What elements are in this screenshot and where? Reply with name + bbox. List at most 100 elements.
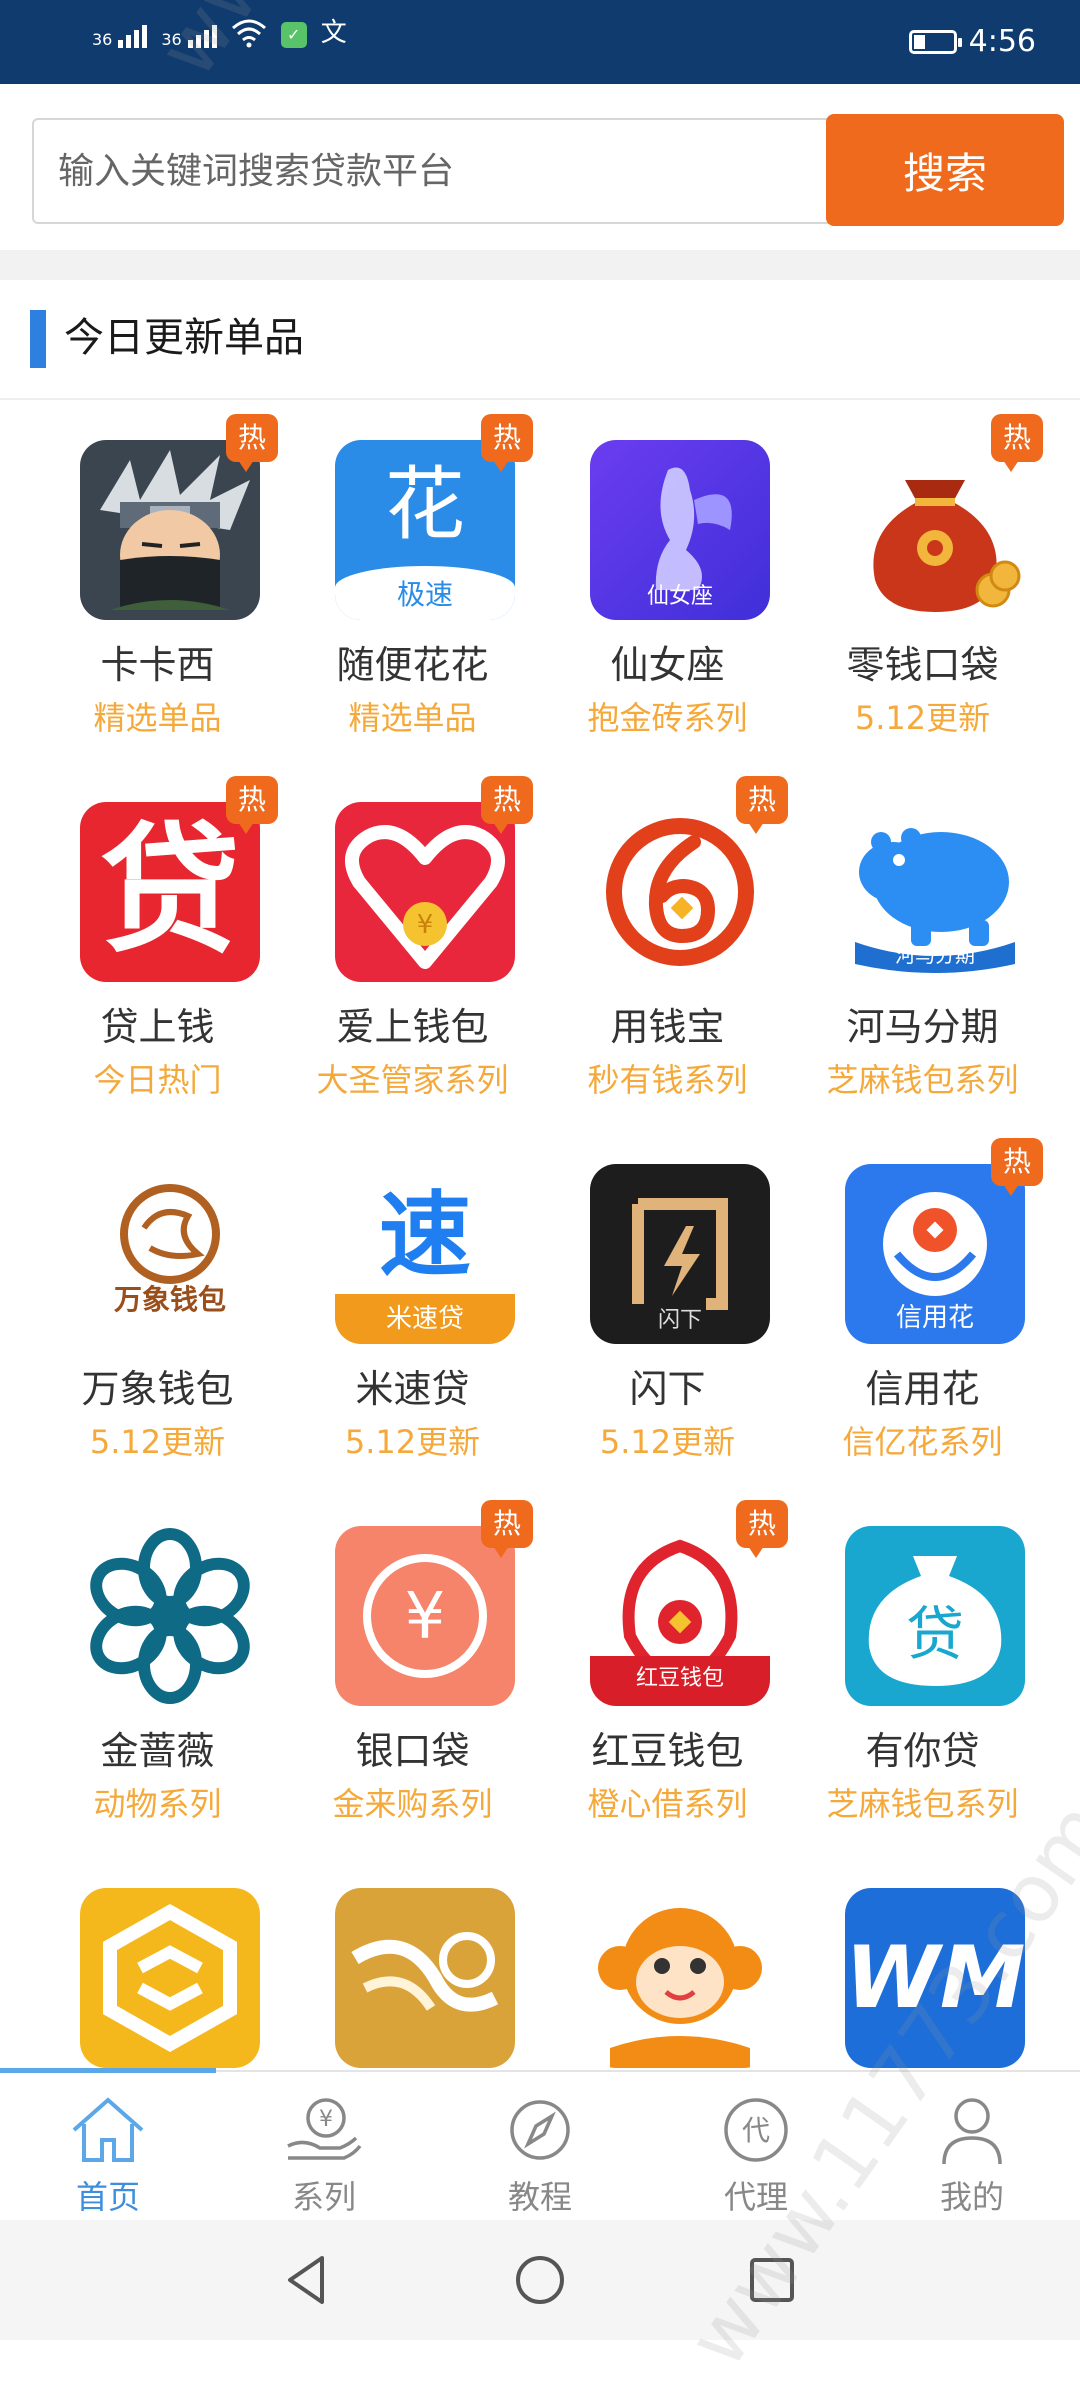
search-button[interactable]: 搜索 (826, 114, 1064, 226)
app-name: 有你贷 (865, 1729, 980, 1773)
app-card[interactable]: 仙女座 仙女座 抱金砖系列 (540, 400, 795, 762)
hot-badge: 热 (991, 1138, 1043, 1196)
dai-icon: 贷 (80, 802, 260, 982)
app-card[interactable]: 贷 有你贷 芝麻钱包系列 (795, 1486, 1050, 1848)
svg-text:¥: ¥ (405, 1580, 446, 1654)
app-card[interactable]: 热 红豆钱包 红豆钱包 橙心借系列 (540, 1486, 795, 1848)
hot-badge: 热 (991, 414, 1043, 472)
hot-badge: 热 (226, 776, 278, 834)
shan-icon: 闪下 (590, 1164, 770, 1344)
yen-hand-icon: ¥ (287, 2098, 362, 2160)
tab-mine[interactable]: 我的 (864, 2072, 1080, 2222)
red-bean-icon: 红豆钱包 (590, 1526, 770, 1706)
app-card[interactable]: 热 用钱宝 秒有钱系列 (540, 762, 795, 1124)
signal-icon: 36 (92, 25, 148, 49)
app-series: 抱金砖系列 (587, 699, 748, 737)
hot-badge: 热 (481, 1500, 533, 1558)
battery-icon (908, 30, 962, 54)
app-card[interactable] (30, 1848, 285, 2070)
recents-icon[interactable] (740, 2248, 804, 2312)
app-card[interactable]: 万象钱包 万象钱包 5.12更新 (30, 1124, 285, 1486)
app-card[interactable]: 金蔷薇 动物系列 (30, 1486, 285, 1848)
tab-label: 首页 (75, 2178, 140, 2216)
app-name: 随便花花 (336, 643, 489, 687)
app-name: 银口袋 (355, 1729, 470, 1773)
rose-icon (80, 1526, 260, 1706)
app-series: 大圣管家系列 (316, 1061, 509, 1099)
gold-wave-icon (335, 1888, 515, 2068)
app-name: 米速贷 (355, 1367, 470, 1411)
app-card[interactable]: 热 卡卡西 精选单品 (30, 400, 285, 762)
app-name: 爱上钱包 (336, 1005, 489, 1049)
wanxiang-icon: 万象钱包 (80, 1164, 260, 1344)
clock: 4:56 (968, 24, 1036, 59)
app-series: 5.12更新 (854, 699, 991, 737)
app-card[interactable]: 闪下 闪下 5.12更新 (540, 1124, 795, 1486)
app-card[interactable]: WM (795, 1848, 1050, 2070)
app-card[interactable] (285, 1848, 540, 2070)
hot-badge: 热 (481, 776, 533, 834)
status-bar: 36 36 ✓ 文 4:56 (0, 0, 1080, 84)
app-card[interactable]: 速 米速贷 米速贷 5.12更新 (285, 1124, 540, 1486)
app-series: 5.12更新 (89, 1423, 226, 1461)
gold-cube-icon (80, 1888, 260, 2068)
six-ring-icon (590, 802, 770, 982)
signal-type-label: 36 (92, 30, 113, 49)
svg-text:代: 代 (742, 2114, 770, 2147)
money-bag-icon (845, 440, 1025, 620)
divider (0, 250, 1080, 280)
app-series: 5.12更新 (599, 1423, 736, 1461)
notification-app-icon: ✓ (280, 22, 307, 48)
app-grid: 热 卡卡西 精选单品热 花 极速 随便花花 精选单品 仙女座 仙女座 抱金砖系列热 (0, 400, 1080, 2070)
search-box (32, 118, 832, 224)
tab-home[interactable]: 首页 (0, 2072, 216, 2222)
app-name: 金蔷薇 (100, 1729, 215, 1773)
section-header: 今日更新单品 (0, 280, 1080, 400)
app-card[interactable]: 河马分期 河马分期 芝麻钱包系列 (795, 762, 1050, 1124)
back-icon[interactable] (276, 2248, 340, 2312)
app-name: 卡卡西 (100, 643, 215, 687)
agent-icon: 代 (724, 2098, 788, 2162)
app-name: 红豆钱包 (591, 1729, 744, 1773)
search-input[interactable] (34, 120, 832, 222)
app-name: 仙女座 (610, 643, 725, 687)
signal-type-label-2: 36 (161, 30, 182, 49)
app-card[interactable]: 热 ¥ 银口袋 金来购系列 (285, 1486, 540, 1848)
tab-label: 我的 (939, 2178, 1004, 2216)
tab-agent[interactable]: 代 代理 (648, 2072, 864, 2222)
signal-icon-2: 36 (161, 25, 217, 49)
tab-series[interactable]: ¥ 系列 (216, 2072, 432, 2222)
hot-badge: 热 (736, 1500, 788, 1558)
svg-text:¥: ¥ (319, 2107, 333, 2132)
tab-tutorial[interactable]: 教程 (432, 2072, 648, 2222)
app-name: 零钱口袋 (846, 643, 999, 687)
app-card[interactable]: 热 零钱口袋 5.12更新 (795, 400, 1050, 762)
section-title: 今日更新单品 (64, 315, 304, 361)
wifi-icon (231, 19, 266, 48)
app-card[interactable]: 热 花 极速 随便花花 精选单品 (285, 400, 540, 762)
home-nav-icon[interactable] (508, 2248, 572, 2312)
search-bar: 搜索 (0, 84, 1080, 250)
app-name: 河马分期 (846, 1005, 999, 1049)
home-icon (72, 2097, 144, 2162)
compass-icon (510, 2100, 570, 2160)
heart-wallet-icon: ¥ (335, 802, 515, 982)
hot-badge: 热 (736, 776, 788, 834)
monkey-icon (590, 1888, 770, 2068)
yen-coin-icon: ¥ (335, 1526, 515, 1706)
hua-icon: 花 极速 (335, 440, 515, 620)
app-card[interactable]: 热 信用花 信用花 信亿花系列 (795, 1124, 1050, 1486)
app-series: 秒有钱系列 (587, 1061, 748, 1099)
app-card[interactable] (540, 1848, 795, 2070)
system-nav-bar (0, 2220, 1080, 2340)
app-name: 闪下 (629, 1367, 706, 1411)
svg-text:¥: ¥ (417, 910, 434, 940)
app-series: 精选单品 (348, 699, 477, 737)
app-card[interactable]: 热 ¥ 爱上钱包大圣管家系列 (285, 762, 540, 1124)
app-card[interactable]: 热贷贷上钱 今日热门 (30, 762, 285, 1124)
tab-label: 教程 (507, 2178, 572, 2216)
hot-badge: 热 (226, 414, 278, 472)
app-series: 信亿花系列 (842, 1423, 1003, 1461)
pig-bag-icon: 贷 (845, 1526, 1025, 1706)
app-name: 万象钱包 (81, 1367, 234, 1411)
